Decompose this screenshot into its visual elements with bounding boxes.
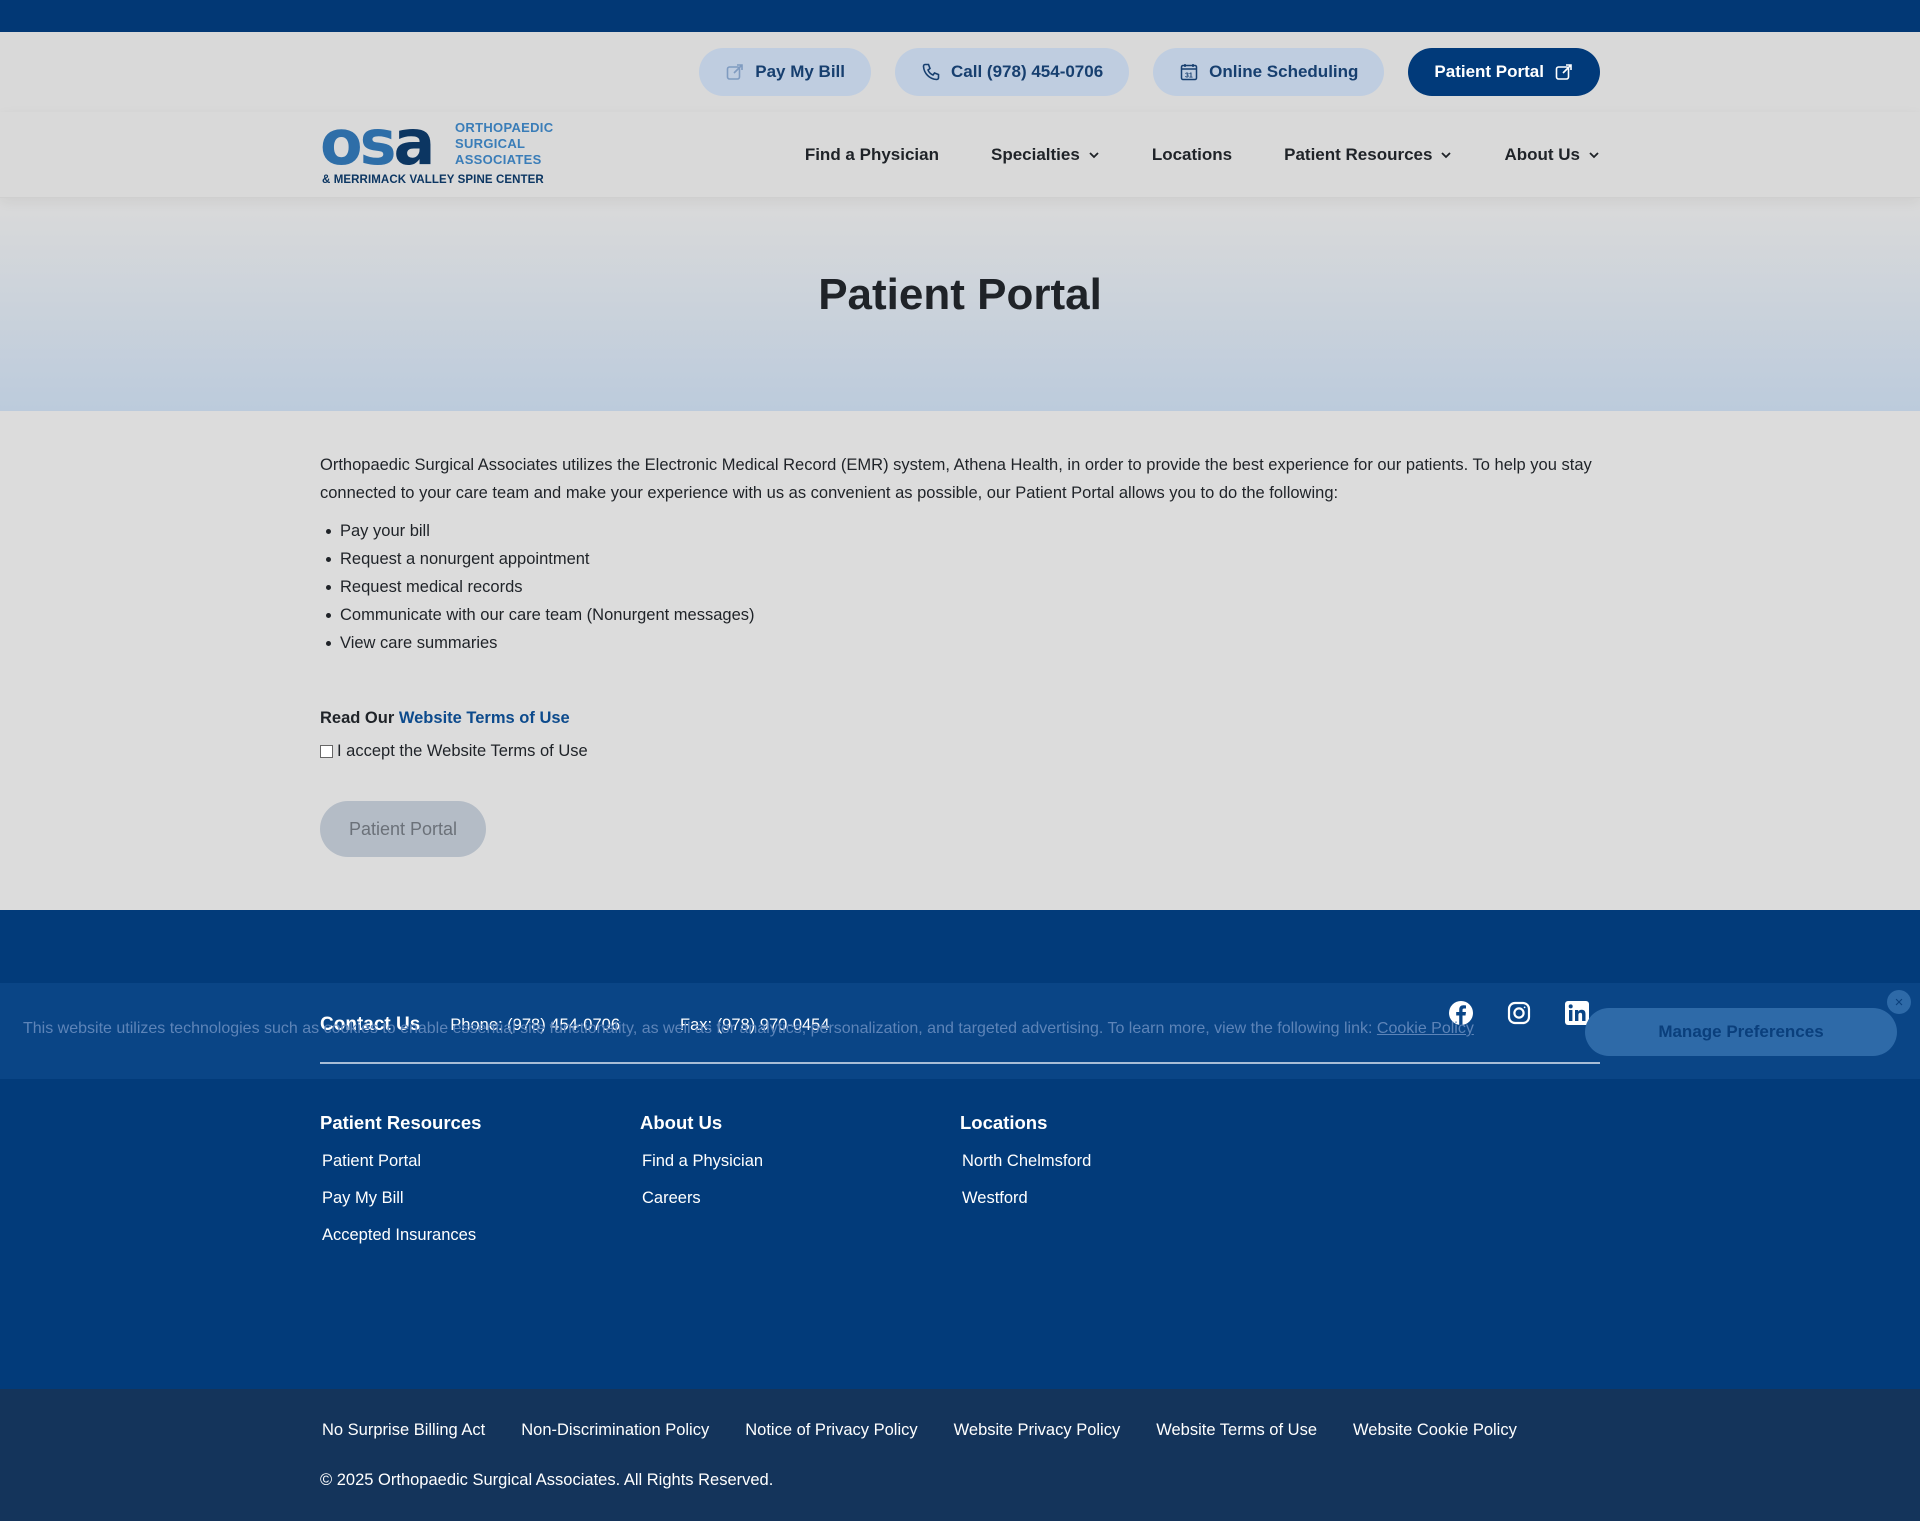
- nav-specialties[interactable]: Specialties: [991, 145, 1100, 165]
- legal-link[interactable]: Non-Discrimination Policy: [521, 1421, 709, 1440]
- nav-locations[interactable]: Locations: [1152, 145, 1232, 165]
- accept-terms-checkbox[interactable]: [320, 745, 333, 758]
- footer-column-title: Patient Resources: [320, 1112, 482, 1133]
- footer-link[interactable]: Careers: [642, 1189, 960, 1208]
- page-hero: Patient Portal: [0, 198, 1920, 411]
- cookie-policy-link[interactable]: Cookie Policy: [1377, 1020, 1474, 1037]
- site-logo[interactable]: osa ORTHOPAEDIC SURGICAL ASSOCIATES & ME…: [320, 106, 560, 190]
- online-scheduling-label: Online Scheduling: [1209, 62, 1359, 81]
- list-item: Communicate with our care team (Nonurgen…: [320, 601, 1600, 629]
- call-button[interactable]: Call (978) 454-0706: [895, 48, 1130, 96]
- intro-paragraph: Orthopaedic Surgical Associates utilizes…: [320, 456, 1592, 502]
- pay-bill-label: Pay My Bill: [755, 62, 846, 81]
- phone-icon: [922, 63, 940, 81]
- nav-find-physician-label: Find a Physician: [804, 145, 939, 164]
- legal-links: No Surprise Billing Act Non-Discriminati…: [322, 1421, 1517, 1440]
- site-footer: Contact Us Phone: (978) 454-0706 Fax: (9…: [0, 910, 1920, 1390]
- external-link-icon: [1555, 64, 1572, 80]
- footer-link[interactable]: Patient Portal: [322, 1152, 640, 1171]
- footer-column-title: About Us: [640, 1112, 723, 1133]
- cookie-banner: This website utilizes technologies such …: [0, 990, 1920, 1060]
- chevron-down-icon: [1589, 152, 1599, 159]
- nav-menu: Find a Physician Specialties Locations P…: [805, 112, 1600, 198]
- logo-line-1: ORTHOPAEDIC: [455, 120, 554, 135]
- legal-link[interactable]: Website Cookie Policy: [1353, 1421, 1517, 1440]
- footer-column-title: Locations: [960, 1112, 1048, 1133]
- accept-terms-row: I accept the Website Terms of Use: [320, 742, 1600, 761]
- list-item: Request medical records: [320, 573, 1600, 601]
- nav-patient-resources[interactable]: Patient Resources: [1284, 145, 1452, 165]
- manage-preferences-button[interactable]: Manage Preferences: [1585, 1008, 1897, 1056]
- legal-bar: No Surprise Billing Act Non-Discriminati…: [0, 1389, 1920, 1521]
- main-nav: osa ORTHOPAEDIC SURGICAL ASSOCIATES & ME…: [0, 106, 1920, 198]
- patient-portal-header-label: Patient Portal: [1434, 62, 1544, 81]
- calendar-icon: 31: [1180, 64, 1198, 81]
- chevron-down-icon: [1441, 152, 1452, 159]
- external-link-icon: [726, 64, 744, 80]
- footer-link[interactable]: Pay My Bill: [322, 1189, 640, 1208]
- list-item: View care summaries: [320, 629, 1600, 657]
- list-item: Pay your bill: [320, 517, 1600, 545]
- logo-tagline: & MERRIMACK VALLEY SPINE CENTER: [322, 174, 544, 186]
- copyright: © 2025 Orthopaedic Surgical Associates. …: [320, 1471, 774, 1489]
- online-scheduling-button[interactable]: 31 Online Scheduling: [1153, 48, 1385, 96]
- logo-line-2: SURGICAL: [455, 136, 526, 151]
- close-icon[interactable]: ×: [1887, 990, 1911, 1014]
- read-our-label: Read Our: [320, 709, 399, 727]
- main-content: Orthopaedic Surgical Associates utilizes…: [0, 411, 1920, 909]
- chevron-down-icon: [1089, 152, 1099, 159]
- top-strip: [0, 0, 1920, 32]
- footer-link[interactable]: Accepted Insurances: [322, 1226, 640, 1245]
- nav-find-physician[interactable]: Find a Physician: [805, 145, 939, 165]
- terms-of-use-link[interactable]: Website Terms of Use: [399, 709, 570, 727]
- footer-column-locations: Locations North Chelmsford Westford: [960, 1112, 1280, 1263]
- legal-link[interactable]: Notice of Privacy Policy: [745, 1421, 917, 1440]
- logo-line-3: ASSOCIATES: [455, 152, 542, 167]
- cookie-text: This website utilizes technologies such …: [23, 1020, 1474, 1038]
- accept-terms-label[interactable]: I accept the Website Terms of Use: [337, 742, 588, 761]
- terms-heading: Read Our Website Terms of Use: [320, 709, 1600, 728]
- legal-link[interactable]: No Surprise Billing Act: [322, 1421, 485, 1440]
- page-title: Patient Portal: [818, 269, 1102, 319]
- footer-link[interactable]: Find a Physician: [642, 1152, 960, 1171]
- legal-link[interactable]: Website Terms of Use: [1156, 1421, 1317, 1440]
- nav-patient-resources-label: Patient Resources: [1284, 145, 1433, 164]
- footer-columns: Patient Resources Patient Portal Pay My …: [320, 1112, 1280, 1263]
- patient-portal-button[interactable]: Patient Portal: [320, 801, 486, 857]
- footer-column-patient-resources: Patient Resources Patient Portal Pay My …: [320, 1112, 640, 1263]
- svg-text:31: 31: [1185, 73, 1193, 80]
- feature-list: Pay your bill Request a nonurgent appoin…: [320, 517, 1600, 657]
- utility-buttons: Pay My Bill Call (978) 454-0706 31 Onlin…: [699, 48, 1600, 96]
- footer-divider: [320, 1062, 1600, 1064]
- nav-about-us[interactable]: About Us: [1504, 145, 1600, 165]
- patient-portal-header-button[interactable]: Patient Portal: [1408, 48, 1600, 96]
- footer-column-about-us: About Us Find a Physician Careers: [640, 1112, 960, 1263]
- logo-wordmark: ORTHOPAEDIC SURGICAL ASSOCIATES: [455, 120, 553, 168]
- utility-bar: Pay My Bill Call (978) 454-0706 31 Onlin…: [0, 32, 1920, 112]
- nav-about-us-label: About Us: [1504, 145, 1580, 164]
- nav-specialties-label: Specialties: [990, 145, 1080, 164]
- nav-locations-label: Locations: [1151, 145, 1233, 164]
- pay-bill-button[interactable]: Pay My Bill: [699, 48, 872, 96]
- footer-link[interactable]: Westford: [962, 1189, 1280, 1208]
- call-label: Call (978) 454-0706: [951, 62, 1104, 81]
- logo-mark: osa: [320, 106, 435, 179]
- legal-link[interactable]: Website Privacy Policy: [954, 1421, 1121, 1440]
- list-item: Request a nonurgent appointment: [320, 545, 1600, 573]
- cookie-message: This website utilizes technologies such …: [23, 1020, 1377, 1037]
- footer-link[interactable]: North Chelmsford: [962, 1152, 1280, 1171]
